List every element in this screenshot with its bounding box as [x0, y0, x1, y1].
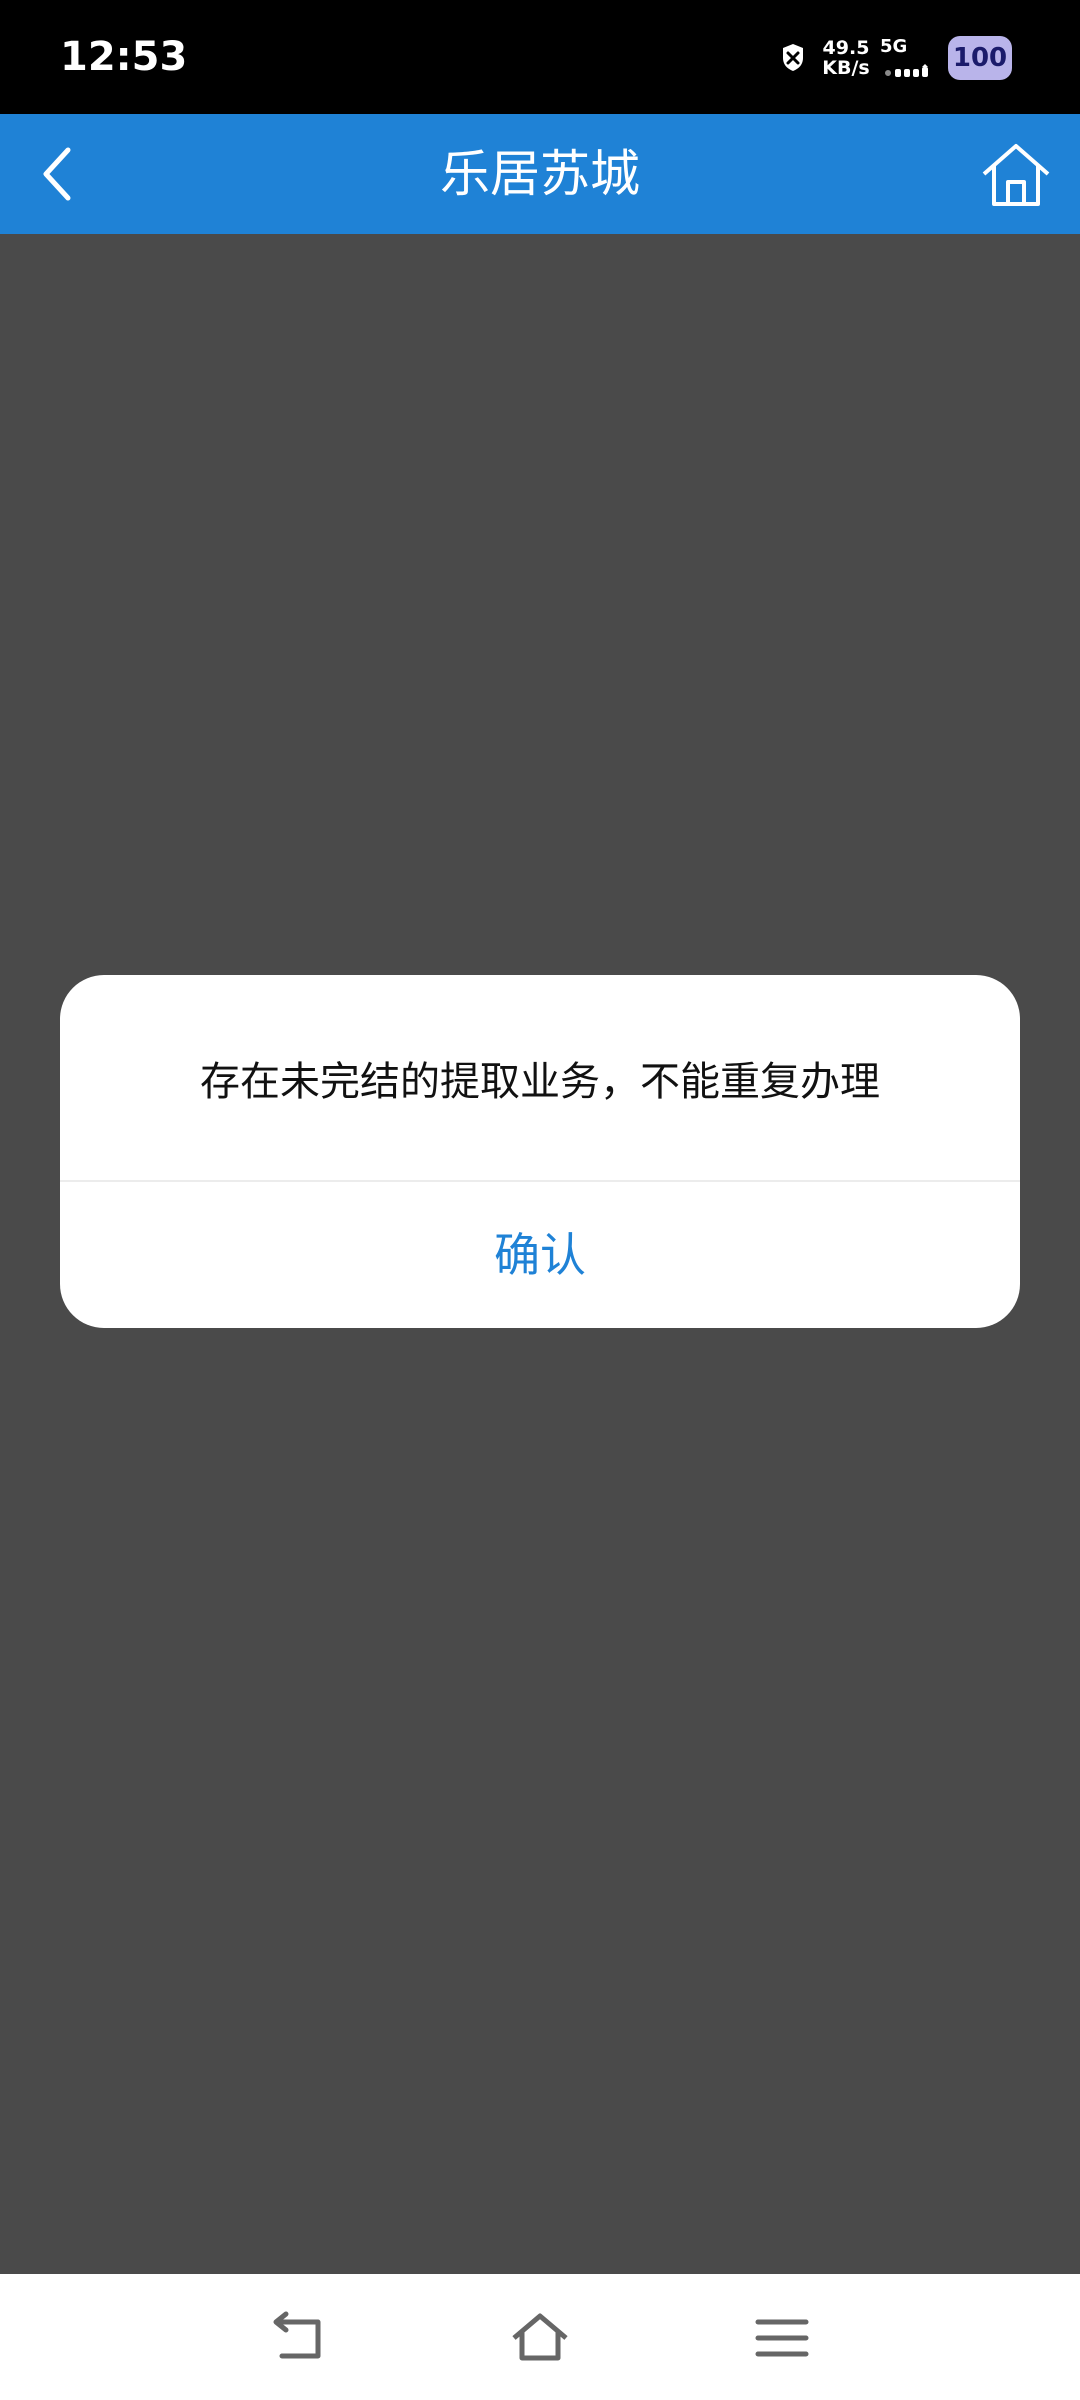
network-type: 5G	[880, 36, 908, 57]
nav-home-icon	[512, 2313, 568, 2361]
nav-menu-button[interactable]	[752, 2310, 812, 2366]
system-nav-bar	[0, 2274, 1080, 2400]
signal-bars-icon	[885, 64, 928, 77]
status-bar: 12:53 49.5 KB/s 5G 100	[0, 0, 1080, 114]
home-icon	[982, 144, 1050, 206]
nav-back-icon	[273, 2311, 321, 2359]
battery-indicator: 100	[948, 36, 1012, 80]
nav-back-button[interactable]	[270, 2310, 330, 2366]
app-header: 乐居苏城	[0, 114, 1080, 234]
dialog-message: 存在未完结的提取业务，不能重复办理	[200, 1058, 880, 1105]
alert-dialog: 存在未完结的提取业务，不能重复办理 确认	[60, 975, 1020, 1328]
confirm-button[interactable]: 确认	[60, 1182, 1020, 1328]
back-button[interactable]	[28, 140, 88, 208]
chevron-left-icon	[43, 147, 71, 201]
network-speed: 49.5 KB/s	[818, 38, 874, 78]
home-button[interactable]	[980, 142, 1052, 208]
alarm-off-icon	[783, 44, 803, 71]
status-time: 12:53	[60, 34, 188, 80]
network-speed-value: 49.5	[822, 37, 870, 59]
page-title: 乐居苏城	[440, 145, 640, 203]
nav-menu-icon	[755, 2319, 809, 2357]
nav-home-button[interactable]	[510, 2310, 570, 2366]
network-speed-unit: KB/s	[822, 57, 870, 79]
